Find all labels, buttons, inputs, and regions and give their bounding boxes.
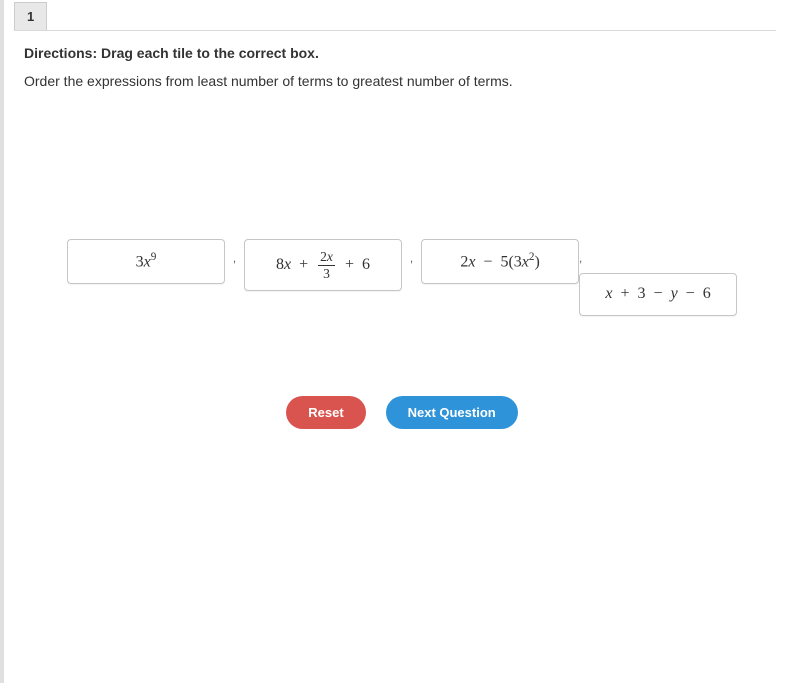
question-content: Directions: Drag each tile to the correc… — [4, 45, 800, 429]
expression-tile[interactable]: 3x9 — [67, 239, 225, 284]
button-row: Reset Next Question — [24, 396, 780, 429]
question-page: 1 Directions: Drag each tile to the corr… — [0, 0, 800, 683]
expression-tile[interactable]: x + 3 − y − 6 — [579, 273, 737, 316]
separator: , — [579, 239, 590, 273]
tile-4-column: , x + 3 − y − 6 — [579, 239, 737, 316]
separator: , — [402, 239, 421, 265]
expression-tile[interactable]: 8x + 2x3 + 6 — [244, 239, 402, 291]
reset-button[interactable]: Reset — [286, 396, 365, 429]
next-question-button[interactable]: Next Question — [386, 396, 518, 429]
question-number-tab[interactable]: 1 — [14, 2, 47, 30]
separator: , — [225, 239, 244, 265]
tiles-row: 3x9 , 8x + 2x3 + 6 , 2x − 5(3x2) , x + 3… — [24, 239, 780, 316]
directions-text: Directions: Drag each tile to the correc… — [24, 45, 780, 61]
expression-tile[interactable]: 2x − 5(3x2) — [421, 239, 579, 284]
prompt-text: Order the expressions from least number … — [24, 73, 780, 89]
question-number-bar: 1 — [14, 0, 776, 31]
